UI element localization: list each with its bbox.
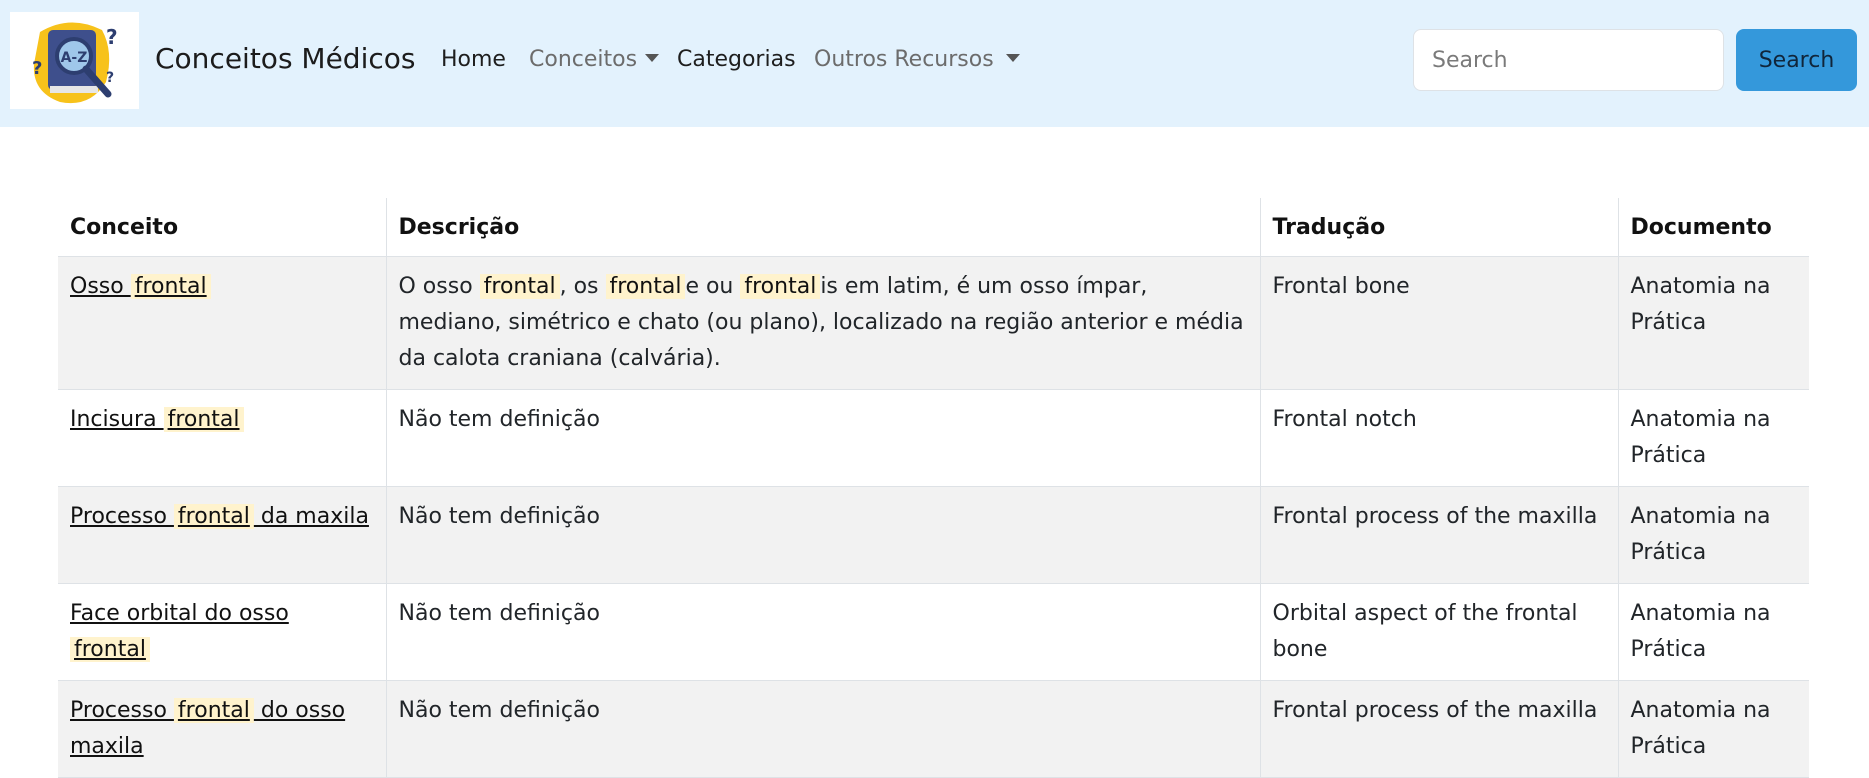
concept-link[interactable]: Processo frontal do osso maxila — [70, 698, 345, 759]
highlighted-term[interactable]: frontal — [173, 698, 254, 723]
cell-concept: Face orbital do osso frontal — [58, 583, 386, 681]
results-table: Conceito Descrição Tradução Documento Os… — [58, 198, 1809, 778]
table-row: Osso frontal O osso frontal, os frontal e … — [58, 256, 1809, 390]
cell-translation: Orbital aspect of the frontal bone — [1259, 583, 1618, 681]
cell-description: O osso frontal, os frontal e ou frontal is… — [385, 256, 1260, 390]
nav-home[interactable]: Home — [441, 47, 506, 72]
text-segment: O osso — [398, 274, 480, 299]
nav-conceitos-label: Conceitos — [529, 47, 638, 72]
cell-concept: Processo frontal da maxila — [58, 486, 386, 584]
cell-document: Anatomia na Prática — [1617, 389, 1809, 487]
highlighted-term: frontal — [605, 274, 686, 299]
nav-outros-recursos-dropdown[interactable]: Outros Recursos — [814, 47, 1020, 72]
column-header-traducao: Tradução — [1259, 198, 1618, 257]
cell-translation: Frontal process of the maxilla — [1259, 680, 1618, 778]
nav-categorias-label: Categorias — [677, 47, 796, 72]
text-segment: , os — [559, 274, 606, 299]
navbar: A-Z ? ? ? Conceitos Médicos Home Conceit… — [0, 0, 1869, 127]
text-segment[interactable]: Osso — [70, 274, 131, 299]
cell-concept: Incisura frontal — [58, 389, 386, 487]
text-segment: e ou — [685, 274, 741, 299]
results-table-container: Conceito Descrição Tradução Documento Os… — [58, 198, 1809, 778]
logo-icon[interactable]: A-Z ? ? ? — [10, 12, 139, 109]
svg-text:?: ? — [32, 58, 42, 79]
svg-text:?: ? — [106, 25, 118, 49]
highlighted-term: frontal — [740, 274, 821, 299]
text-segment: Não tem definição — [398, 407, 600, 432]
concept-link[interactable]: Face orbital do osso frontal — [70, 601, 289, 662]
highlighted-term[interactable]: frontal — [70, 637, 150, 662]
search-input[interactable] — [1413, 29, 1724, 91]
cell-concept: Osso frontal — [58, 256, 386, 390]
cell-description: Não tem definição — [385, 583, 1260, 681]
cell-document: Anatomia na Prática — [1617, 486, 1809, 584]
cell-description: Não tem definição — [385, 389, 1260, 487]
cell-translation: Frontal process of the maxilla — [1259, 486, 1618, 584]
chevron-down-icon — [645, 54, 660, 62]
text-segment: Não tem definição — [398, 504, 600, 529]
text-segment: Não tem definição — [398, 698, 600, 723]
table-row: Processo frontal da maxila Não tem defini… — [58, 486, 1809, 584]
concept-link[interactable]: Osso frontal — [70, 274, 211, 299]
cell-document: Anatomia na Prática — [1617, 256, 1809, 390]
text-segment[interactable]: Face orbital do osso — [70, 601, 289, 626]
table-row: Face orbital do osso frontal Não tem defi… — [58, 583, 1809, 681]
cell-concept: Processo frontal do osso maxila — [58, 680, 386, 778]
text-segment: Não tem definição — [398, 601, 600, 626]
search-button[interactable]: Search — [1736, 29, 1857, 91]
concept-link[interactable]: Incisura frontal — [70, 407, 244, 432]
text-segment[interactable]: Incisura — [70, 407, 164, 432]
column-header-conceito: Conceito — [58, 198, 386, 257]
cell-description: Não tem definição — [385, 486, 1260, 584]
nav-outros-label: Outros Recursos — [814, 47, 994, 72]
chevron-down-icon — [1005, 54, 1020, 62]
table-row: Incisura frontal Não tem definição Frontal… — [58, 389, 1809, 487]
cell-document: Anatomia na Prática — [1617, 680, 1809, 778]
highlighted-term[interactable]: frontal — [173, 504, 254, 529]
concept-link[interactable]: Processo frontal da maxila — [70, 504, 369, 529]
highlighted-term: frontal — [479, 274, 560, 299]
cell-translation: Frontal bone — [1259, 256, 1618, 390]
text-segment[interactable]: Processo — [70, 504, 174, 529]
svg-text:?: ? — [106, 70, 114, 86]
highlighted-term[interactable]: frontal — [163, 407, 244, 432]
nav-conceitos-dropdown[interactable]: Conceitos — [529, 47, 660, 72]
table-body: Osso frontal O osso frontal, os frontal e … — [58, 256, 1809, 778]
nav-home-label: Home — [441, 47, 506, 72]
text-segment[interactable]: Processo — [70, 698, 174, 723]
brand-title[interactable]: Conceitos Médicos — [155, 42, 415, 75]
column-header-documento: Documento — [1617, 198, 1809, 257]
svg-text:A-Z: A-Z — [61, 50, 88, 66]
nav-categorias[interactable]: Categorias — [677, 47, 796, 72]
text-segment[interactable]: da maxila — [254, 504, 369, 529]
cell-description: Não tem definição — [385, 680, 1260, 778]
cell-translation: Frontal notch — [1259, 389, 1618, 487]
table-header-row: Conceito Descrição Tradução Documento — [58, 198, 1809, 257]
highlighted-term[interactable]: frontal — [130, 274, 211, 299]
table-row: Processo frontal do osso maxila Não tem d… — [58, 680, 1809, 778]
cell-document: Anatomia na Prática — [1617, 583, 1809, 681]
column-header-descricao: Descrição — [385, 198, 1260, 257]
